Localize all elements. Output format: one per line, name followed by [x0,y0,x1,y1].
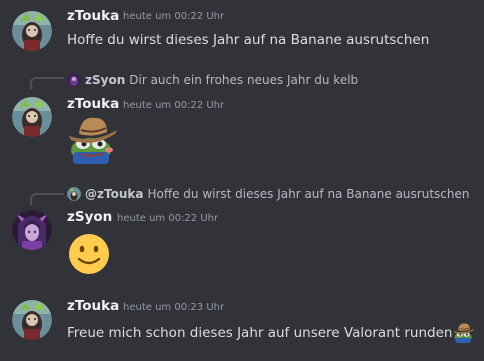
touka-avatar-icon [12,97,52,137]
user-avatar[interactable] [12,210,52,250]
syon-avatar-icon [67,73,81,87]
user-avatar[interactable] [12,300,52,340]
slightly-smiling-face-icon [69,234,109,274]
reply-username[interactable]: @zTouka [85,187,143,201]
timestamp: heute um 00:22 Uhr [117,213,219,224]
reply-avatar [67,187,81,201]
message: zSyon Dir auch ein frohes neues Jahr du … [0,68,484,168]
message: zTouka heute um 00:22 Uhr Hoffe du wirst… [0,0,484,60]
touka-avatar-icon [12,11,52,51]
user-avatar[interactable] [12,11,52,51]
user-avatar[interactable] [12,97,52,137]
cowboy-pepe-emoji[interactable] [67,112,119,164]
touka-avatar-icon [12,300,52,340]
message-text-body: Freue mich schon dieses Jahr auf unsere … [67,325,453,341]
reply-text: Hoffe du wirst dieses Jahr auf na Banane… [147,187,470,201]
cowboy-pepe-icon [454,323,475,343]
username[interactable]: zSyon [67,209,112,225]
username[interactable]: zTouka [67,8,119,24]
username[interactable]: zTouka [67,298,119,314]
timestamp: heute um 00:23 Uhr [123,302,225,313]
message-text: Freue mich schon dieses Jahr auf unsere … [67,321,475,347]
slightly-smiling-face-emoji[interactable] [67,232,111,276]
reply-preview[interactable]: zSyon Dir auch ein frohes neues Jahr du … [67,71,358,89]
reply-spine [30,77,64,89]
message: zTouka heute um 00:23 Uhr Freue mich sch… [0,296,484,356]
cowboy-pepe-emoji[interactable] [453,321,475,347]
reply-avatar [67,73,81,87]
reply-username[interactable]: zSyon [85,73,125,87]
reply-text: Dir auch ein frohes neues Jahr du kelb [129,73,359,87]
syon-avatar-icon [12,210,52,250]
touka-avatar-icon [67,187,81,201]
username[interactable]: zTouka [67,96,119,112]
reply-spine [30,193,64,205]
timestamp: heute um 00:22 Uhr [123,11,225,22]
reply-preview[interactable]: @zTouka Hoffe du wirst dieses Jahr auf n… [67,185,469,203]
cowboy-pepe-icon [69,117,117,164]
message: @zTouka Hoffe du wirst dieses Jahr auf n… [0,184,484,284]
message-text: Hoffe du wirst dieses Jahr auf na Banane… [67,32,430,48]
timestamp: heute um 00:22 Uhr [123,100,225,111]
